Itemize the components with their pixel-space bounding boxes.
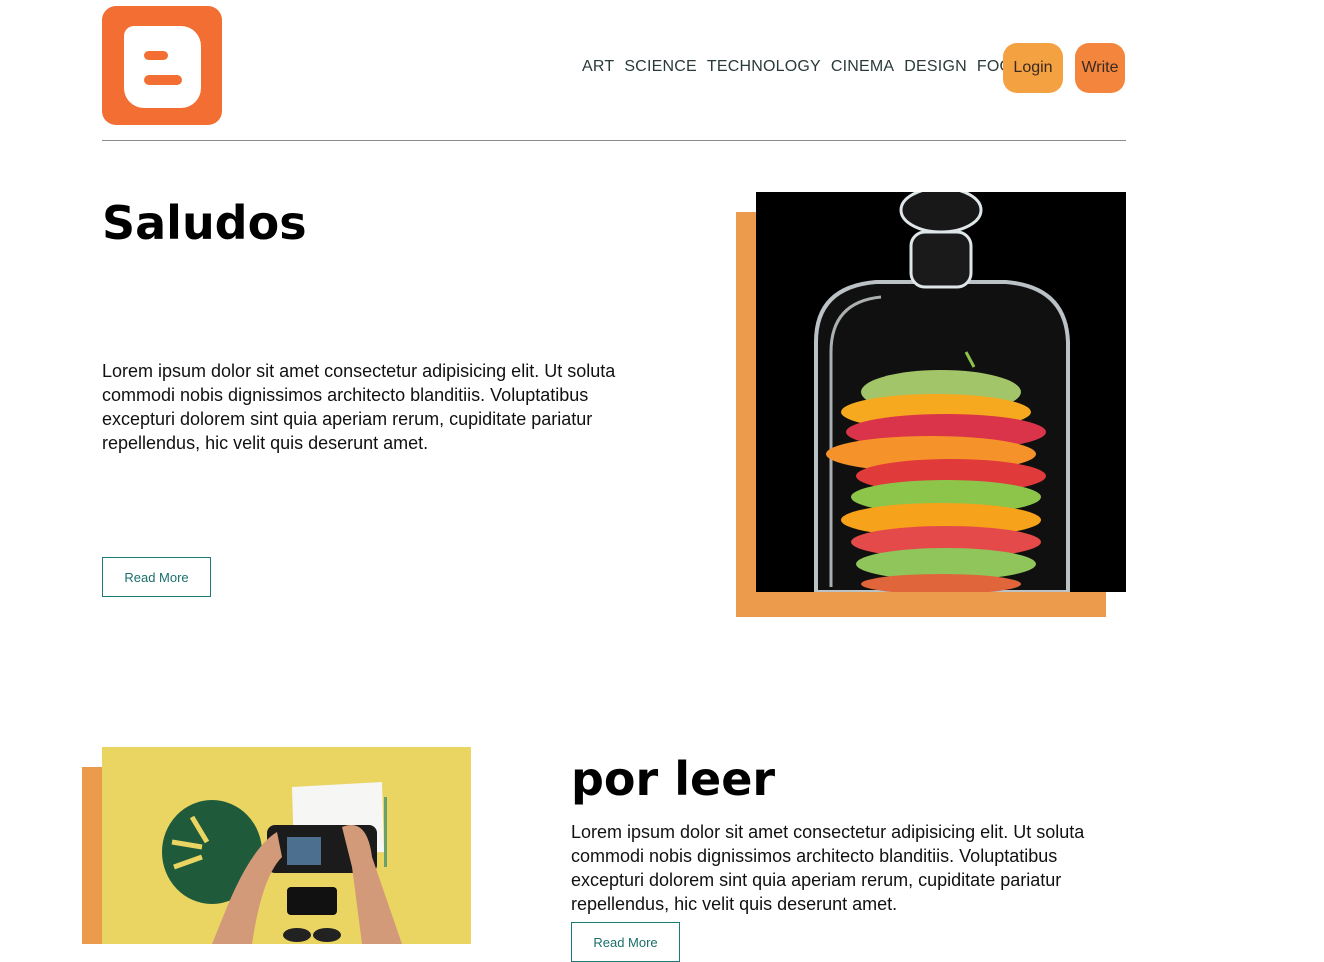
nav-art[interactable]: ART [582, 58, 614, 76]
post-title: Saludos [102, 196, 307, 250]
read-more-button[interactable]: Read More [571, 922, 680, 962]
post-image-camera[interactable] [102, 747, 471, 944]
nav-science[interactable]: SCIENCE [624, 58, 697, 76]
camera-hands-illustration [102, 747, 471, 944]
nav-cinema[interactable]: CINEMA [831, 58, 894, 76]
post-body: Lorem ipsum dolor sit amet consectetur a… [571, 822, 1085, 914]
nav-design[interactable]: DESIGN [904, 58, 967, 76]
write-button[interactable]: Write [1075, 43, 1125, 93]
blogger-logo-icon [124, 26, 201, 108]
read-more-button[interactable]: Read More [102, 557, 211, 597]
nav-technology[interactable]: TECHNOLOGY [707, 58, 821, 76]
blogger-logo[interactable] [102, 6, 222, 125]
header-divider [102, 140, 1126, 141]
fruit-cloche-illustration [756, 192, 1126, 592]
main-nav: ART SCIENCE TECHNOLOGY CINEMA DESIGN FOO… [582, 58, 1024, 76]
post-image-fruit-cloche[interactable] [756, 192, 1126, 592]
login-button[interactable]: Login [1003, 43, 1063, 93]
post-title: por leer [571, 752, 776, 806]
post-body: Lorem ipsum dolor sit amet consectetur a… [102, 361, 616, 453]
